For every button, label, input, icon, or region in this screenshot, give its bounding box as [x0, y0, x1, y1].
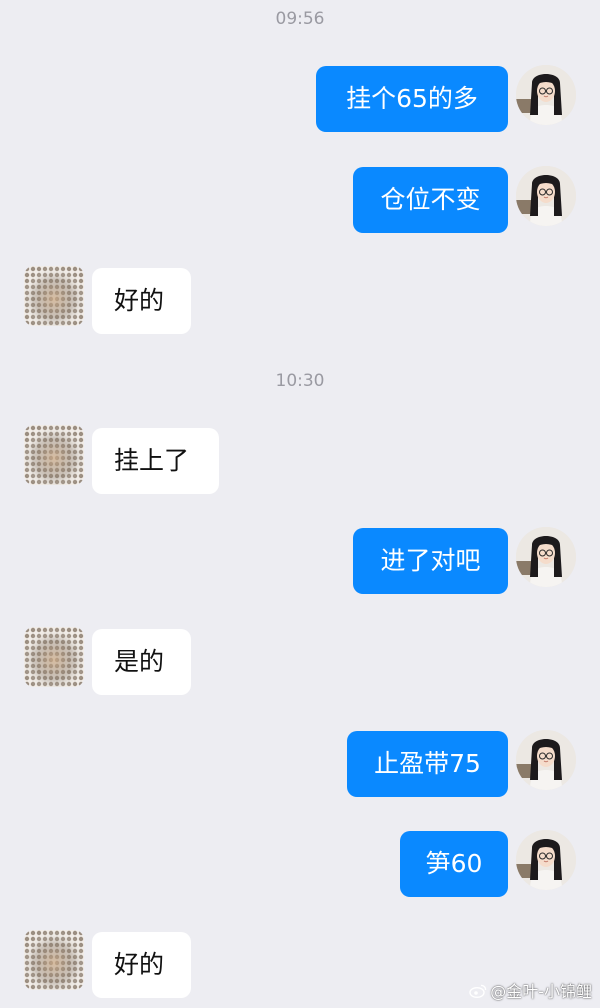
message-bubble-incoming[interactable]: 好的 [92, 268, 191, 334]
message-bubble-incoming[interactable]: 好的 [92, 932, 191, 998]
message-bubble-incoming[interactable]: 是的 [92, 629, 191, 695]
message-bubble-outgoing[interactable]: 止盈带75 [347, 731, 508, 797]
message-bubble-incoming[interactable]: 挂上了 [92, 428, 219, 494]
avatar-girl-glasses-icon[interactable] [516, 166, 576, 226]
avatar-girl-glasses-icon[interactable] [516, 730, 576, 790]
message-bubble-outgoing[interactable]: 仓位不变 [353, 167, 508, 233]
timestamp: 10:30 [275, 371, 325, 391]
message-bubble-outgoing[interactable]: 挂个65的多 [316, 66, 508, 132]
avatar-blurred-icon[interactable] [24, 627, 84, 687]
message-bubble-outgoing[interactable]: 笋60 [400, 831, 508, 897]
avatar-blurred-icon[interactable] [24, 930, 84, 990]
avatar-blurred-icon[interactable] [24, 425, 84, 485]
timestamp: 09:56 [275, 9, 325, 29]
message-bubble-outgoing[interactable]: 进了对吧 [353, 528, 508, 594]
watermark-text: @金叶-小锦鲤 [490, 982, 592, 1001]
watermark: @金叶-小锦鲤 [469, 982, 592, 1002]
weibo-logo-icon [469, 983, 487, 999]
avatar-girl-glasses-icon[interactable] [516, 830, 576, 890]
avatar-girl-glasses-icon[interactable] [516, 527, 576, 587]
avatar-blurred-icon[interactable] [24, 266, 84, 326]
avatar-girl-glasses-icon[interactable] [516, 65, 576, 125]
